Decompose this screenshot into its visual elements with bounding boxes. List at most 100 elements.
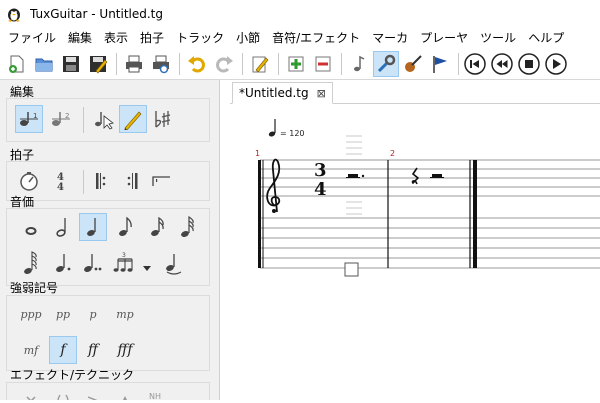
natural-key-button[interactable] (149, 105, 177, 133)
first-button[interactable] (463, 52, 487, 76)
menu-measure[interactable]: 小節 (230, 28, 266, 48)
menu-tools[interactable]: ツール (474, 28, 522, 48)
accentuated-note-button[interactable] (79, 387, 107, 400)
dynamic-mp-button[interactable]: mp (111, 300, 139, 328)
cursor-note-icon (95, 112, 114, 130)
edit-song-icon (252, 56, 269, 72)
window-title: TuxGuitar - Untitled.tg (30, 7, 164, 21)
double-dotted-note-button[interactable] (79, 249, 107, 277)
menu-view[interactable]: 表示 (98, 28, 134, 48)
menu-note-effects[interactable]: 音符/エフェクト (266, 28, 366, 48)
sixty-fourth-note-button[interactable] (17, 249, 45, 277)
save-as-button[interactable] (85, 51, 111, 77)
stop-button[interactable] (517, 52, 541, 76)
menu-help[interactable]: ヘルプ (522, 28, 570, 48)
tempo-button[interactable] (15, 167, 43, 195)
dynamic-ff-button[interactable]: ff (79, 336, 107, 364)
edit-song-button[interactable] (247, 51, 273, 77)
sixteenth-note-button[interactable] (143, 213, 171, 241)
dynamic-fff-button[interactable]: fff (111, 336, 139, 364)
print-button[interactable] (121, 51, 147, 77)
tuxguitar-logo-icon (8, 8, 20, 22)
natural-harmonic-button[interactable]: NH (143, 383, 171, 400)
first-icon (464, 52, 486, 75)
menu-track[interactable]: トラック (170, 28, 230, 48)
document-tab[interactable]: *Untitled.tg ⊠ (232, 82, 333, 104)
menu-player[interactable]: プレーヤ (414, 28, 474, 48)
menu-marker[interactable]: マーカ (366, 28, 414, 48)
thirty-second-note-button[interactable] (173, 213, 201, 241)
new-file-button[interactable] (4, 51, 30, 77)
ghost-note-button[interactable] (49, 387, 77, 400)
score-view-button[interactable] (346, 51, 372, 77)
dynamic-pp-button[interactable]: pp (49, 300, 77, 328)
dead-note-button[interactable] (17, 387, 45, 400)
select-mode-button[interactable] (89, 105, 117, 133)
dynamic-mf-label: mf (23, 343, 39, 357)
remove-track-icon (315, 56, 331, 71)
tools-button[interactable] (373, 50, 399, 77)
time-group: 4 4 (6, 161, 210, 201)
menu-file[interactable]: ファイル (2, 28, 62, 48)
repeat-open-icon (96, 173, 106, 189)
remove-track-button[interactable] (310, 51, 336, 77)
menu-edit[interactable]: 編集 (62, 28, 98, 48)
dynamic-p-button[interactable]: p (79, 300, 107, 328)
caret-down-icon (143, 266, 151, 271)
sixty-fourth-note-icon (24, 251, 37, 274)
dynamic-pp-label: pp (55, 307, 71, 321)
redo-button[interactable] (211, 51, 237, 77)
eighth-note-button[interactable] (111, 213, 139, 241)
heavy-accent-button[interactable] (111, 387, 139, 400)
voice-2-button[interactable]: 2 (47, 105, 75, 133)
triplet-icon: 3 (113, 252, 133, 272)
play-button[interactable] (544, 52, 568, 76)
dynamic-f-label: f (60, 342, 66, 358)
quarter-note-button[interactable] (79, 213, 107, 241)
score-canvas[interactable]: = 120 1 2 3 4 (230, 104, 600, 400)
half-note-button[interactable] (49, 213, 77, 241)
dotted-note-button[interactable] (49, 249, 77, 277)
redo-icon (216, 55, 233, 72)
quarter-rest (411, 167, 420, 185)
time-signature-button[interactable]: 4 4 (47, 167, 75, 195)
print-preview-button[interactable] (148, 51, 174, 77)
close-tab-icon[interactable]: ⊠ (317, 87, 326, 100)
measure-number-1: 1 (255, 149, 260, 158)
tied-note-button[interactable] (159, 249, 187, 277)
document-tab-bar: *Untitled.tg ⊠ (230, 80, 600, 104)
division-type-button[interactable]: 3 (111, 249, 139, 277)
menu-composition[interactable]: 拍子 (134, 28, 170, 48)
voice-2-icon: 2 (52, 112, 70, 126)
half-rest (430, 174, 444, 178)
stop-icon (518, 52, 540, 75)
guitar-button[interactable] (400, 51, 426, 77)
previous-button[interactable] (490, 52, 514, 76)
voice-1-button[interactable]: 1 (15, 105, 43, 133)
group-separator (83, 170, 84, 194)
open-file-icon (35, 58, 53, 71)
alternative-ending-button[interactable] (147, 167, 175, 195)
toolbar-separator (116, 52, 117, 75)
division-dropdown-button[interactable] (143, 261, 151, 275)
save-button[interactable] (58, 51, 84, 77)
undo-button[interactable] (184, 51, 210, 77)
sixteenth-note-icon (151, 216, 164, 236)
edit-caret[interactable] (344, 262, 359, 277)
add-track-button[interactable] (283, 51, 309, 77)
whole-note-button[interactable] (17, 213, 45, 241)
time-signature-bottom: 4 (314, 179, 327, 200)
repeat-close-button[interactable] (119, 167, 147, 195)
effects-group: NH (6, 382, 210, 400)
open-file-button[interactable] (31, 51, 57, 77)
flag-button[interactable] (427, 51, 453, 77)
svg-text:NH: NH (149, 392, 161, 400)
dynamic-ppp-button[interactable]: ppp (17, 300, 45, 328)
edit-mode-button[interactable] (119, 105, 147, 133)
tool-panel: 編集 1 2 拍子 4 4 音価 3 強弱記号 ppp pp p mp mf f… (0, 80, 220, 400)
double-dotted-note-icon (84, 254, 102, 272)
dynamic-f-button[interactable]: f (49, 336, 77, 364)
dynamic-mf-button[interactable]: mf (17, 336, 45, 364)
repeat-open-button[interactable] (87, 167, 115, 195)
tie-note-icon (166, 254, 182, 275)
